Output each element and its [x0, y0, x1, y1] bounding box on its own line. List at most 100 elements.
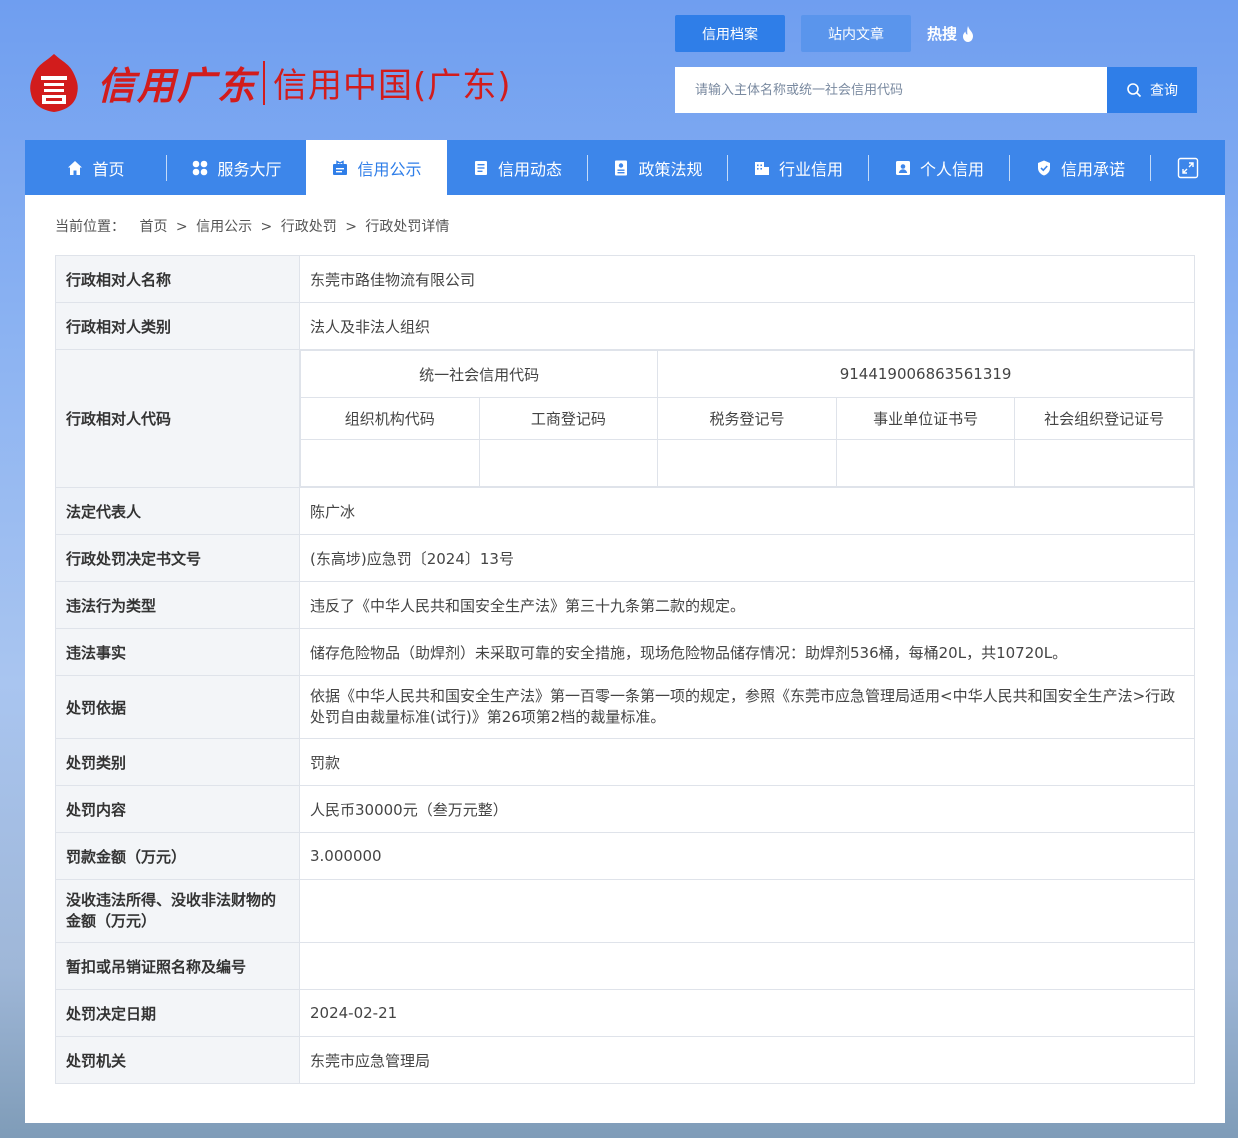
code-header-row: 组织机构代码 工商登记码 税务登记号 事业单位证书号 社会组织登记证号	[300, 397, 1194, 440]
table-row: 处罚类别 罚款	[55, 738, 1195, 786]
publicity-icon	[333, 159, 348, 175]
nav-industry-credit[interactable]: 行业信用	[728, 140, 868, 195]
field-label: 暂扣或吊销证照名称及编号	[55, 942, 300, 990]
table-row: 暂扣或吊销证照名称及编号	[55, 942, 1195, 990]
hot-search-link[interactable]: 热搜	[927, 23, 975, 44]
nav-label: 首页	[92, 159, 125, 179]
breadcrumb-credit-publicity[interactable]: 信用公示	[196, 219, 252, 235]
field-value: 东莞市应急管理局	[299, 1036, 1195, 1084]
code-value-row	[300, 439, 1194, 487]
news-icon	[474, 160, 487, 175]
code-subtable: 统一社会信用代码 914419006863561319 组织机构代码 工商登记码…	[299, 350, 1194, 487]
logo-emblem-icon	[30, 53, 78, 112]
field-value: 储存危险物品（助焊剂）未采取可靠的安全措施，现场危险物品储存情况：助焊剂536桶…	[299, 628, 1195, 676]
tab-credit-archive[interactable]: 信用档案	[675, 15, 785, 52]
table-row: 处罚机关 东莞市应急管理局	[55, 1036, 1195, 1084]
breadcrumb-separator: >	[175, 219, 188, 235]
table-row: 处罚内容 人民币30000元（叁万元整）	[55, 785, 1195, 833]
field-label: 罚款金额（万元）	[55, 832, 300, 880]
logo-separator	[263, 60, 266, 105]
breadcrumb-separator: >	[260, 219, 273, 235]
main-nav: 首页 服务大厅 信用公示 信用动态 政策法规 行业信用 个人信用 信用承诺	[25, 140, 1225, 195]
search-button-label: 查询	[1150, 83, 1178, 99]
expand-icon	[1177, 157, 1199, 178]
field-label: 行政处罚决定书文号	[55, 534, 300, 582]
table-row: 处罚依据 依据《中华人民共和国安全生产法》第一百零一条第一项的规定，参照《东莞市…	[55, 675, 1195, 739]
field-value: 陈广冰	[299, 487, 1195, 535]
uscc-row: 统一社会信用代码 914419006863561319	[299, 350, 1194, 398]
code-value	[835, 439, 1016, 487]
nav-personal-credit[interactable]: 个人信用	[869, 140, 1009, 195]
hot-search-label: 热搜	[927, 25, 958, 43]
field-value	[299, 942, 1195, 990]
site-logo[interactable]: 信用广东 信用中国(广东)	[25, 45, 512, 120]
code-header: 社会组织登记证号	[1014, 397, 1194, 440]
field-label: 违法事实	[55, 628, 300, 676]
breadcrumb-admin-penalty[interactable]: 行政处罚	[281, 219, 337, 235]
code-cell: 统一社会信用代码 914419006863561319 组织机构代码 工商登记码…	[299, 349, 1195, 488]
nav-expand-button[interactable]	[1151, 140, 1225, 195]
field-label: 行政相对人名称	[55, 255, 300, 303]
field-label: 处罚内容	[55, 785, 300, 833]
nav-label: 行业信用	[778, 159, 843, 179]
search-tabs: 信用档案 站内文章 热搜	[675, 15, 975, 52]
table-row: 行政处罚决定书文号 (东高埗)应急罚〔2024〕13号	[55, 534, 1195, 582]
field-value: 罚款	[299, 738, 1195, 786]
nav-credit-publicity[interactable]: 信用公示	[306, 140, 447, 195]
field-label: 处罚决定日期	[55, 989, 300, 1037]
penalty-detail-table: 行政相对人名称 东莞市路佳物流有限公司 行政相对人类别 法人及非法人组织 行政相…	[55, 255, 1195, 1084]
breadcrumb-prefix: 当前位置：	[55, 219, 125, 235]
field-value: 违反了《中华人民共和国安全生产法》第三十九条第二款的规定。	[299, 581, 1195, 629]
field-label: 处罚机关	[55, 1036, 300, 1084]
nav-label: 信用动态	[497, 159, 562, 179]
field-value: (东高埗)应急罚〔2024〕13号	[299, 534, 1195, 582]
field-value: 依据《中华人民共和国安全生产法》第一百零一条第一项的规定，参照《东莞市应急管理局…	[299, 675, 1195, 739]
table-row: 处罚决定日期 2024-02-21	[55, 989, 1195, 1037]
code-header: 组织机构代码	[300, 397, 480, 440]
field-label: 法定代表人	[55, 487, 300, 535]
breadcrumb-home[interactable]: 首页	[139, 219, 167, 235]
search-bar: 查询	[675, 67, 1197, 113]
nav-credit-news[interactable]: 信用动态	[447, 140, 587, 195]
apps-icon	[193, 160, 208, 175]
tab-site-articles[interactable]: 站内文章	[801, 15, 911, 52]
table-row: 行政相对人类别 法人及非法人组织	[55, 302, 1195, 350]
nav-label: 服务大厅	[217, 159, 282, 179]
breadcrumb-current: 行政处罚详情	[365, 219, 450, 235]
table-row: 没收违法所得、没收非法财物的金额（万元）	[55, 879, 1195, 943]
field-value	[299, 879, 1195, 943]
search-icon	[1127, 83, 1142, 98]
code-header: 税务登记号	[657, 397, 837, 440]
uscc-value: 914419006863561319	[657, 350, 1194, 398]
table-row: 违法行为类型 违反了《中华人民共和国安全生产法》第三十九条第二款的规定。	[55, 581, 1195, 629]
field-value: 东莞市路佳物流有限公司	[299, 255, 1195, 303]
field-value: 2024-02-21	[299, 989, 1195, 1037]
table-row: 行政相对人代码 统一社会信用代码 914419006863561319 组织机构…	[55, 349, 1195, 488]
field-label: 违法行为类型	[55, 581, 300, 629]
code-header: 工商登记码	[478, 397, 659, 440]
shield-icon	[1037, 160, 1050, 175]
code-value	[300, 439, 480, 487]
field-value: 人民币30000元（叁万元整）	[299, 785, 1195, 833]
logo-title: 信用中国(广东)	[273, 66, 512, 106]
nav-label: 政策法规	[638, 159, 703, 179]
nav-label: 个人信用	[919, 159, 984, 179]
table-row: 违法事实 储存危险物品（助焊剂）未采取可靠的安全措施，现场危险物品储存情况：助焊…	[55, 628, 1195, 676]
search-input[interactable]	[675, 67, 1107, 113]
table-row: 行政相对人名称 东莞市路佳物流有限公司	[55, 255, 1195, 303]
field-value: 法人及非法人组织	[299, 302, 1195, 350]
breadcrumb-separator: >	[345, 219, 357, 235]
nav-label: 信用公示	[357, 159, 422, 179]
nav-home[interactable]: 首页	[25, 140, 166, 195]
search-button[interactable]: 查询	[1107, 67, 1197, 113]
nav-policy-law[interactable]: 政策法规	[588, 140, 727, 195]
table-row: 罚款金额（万元） 3.000000	[55, 832, 1195, 880]
uscc-label: 统一社会信用代码	[299, 350, 659, 398]
law-icon	[615, 160, 628, 175]
nav-service-hall[interactable]: 服务大厅	[167, 140, 306, 195]
id-card-icon	[895, 160, 910, 175]
field-label: 没收违法所得、没收非法财物的金额（万元）	[55, 879, 300, 943]
nav-credit-commitment[interactable]: 信用承诺	[1010, 140, 1150, 195]
code-value	[1014, 439, 1194, 487]
code-header: 事业单位证书号	[835, 397, 1016, 440]
